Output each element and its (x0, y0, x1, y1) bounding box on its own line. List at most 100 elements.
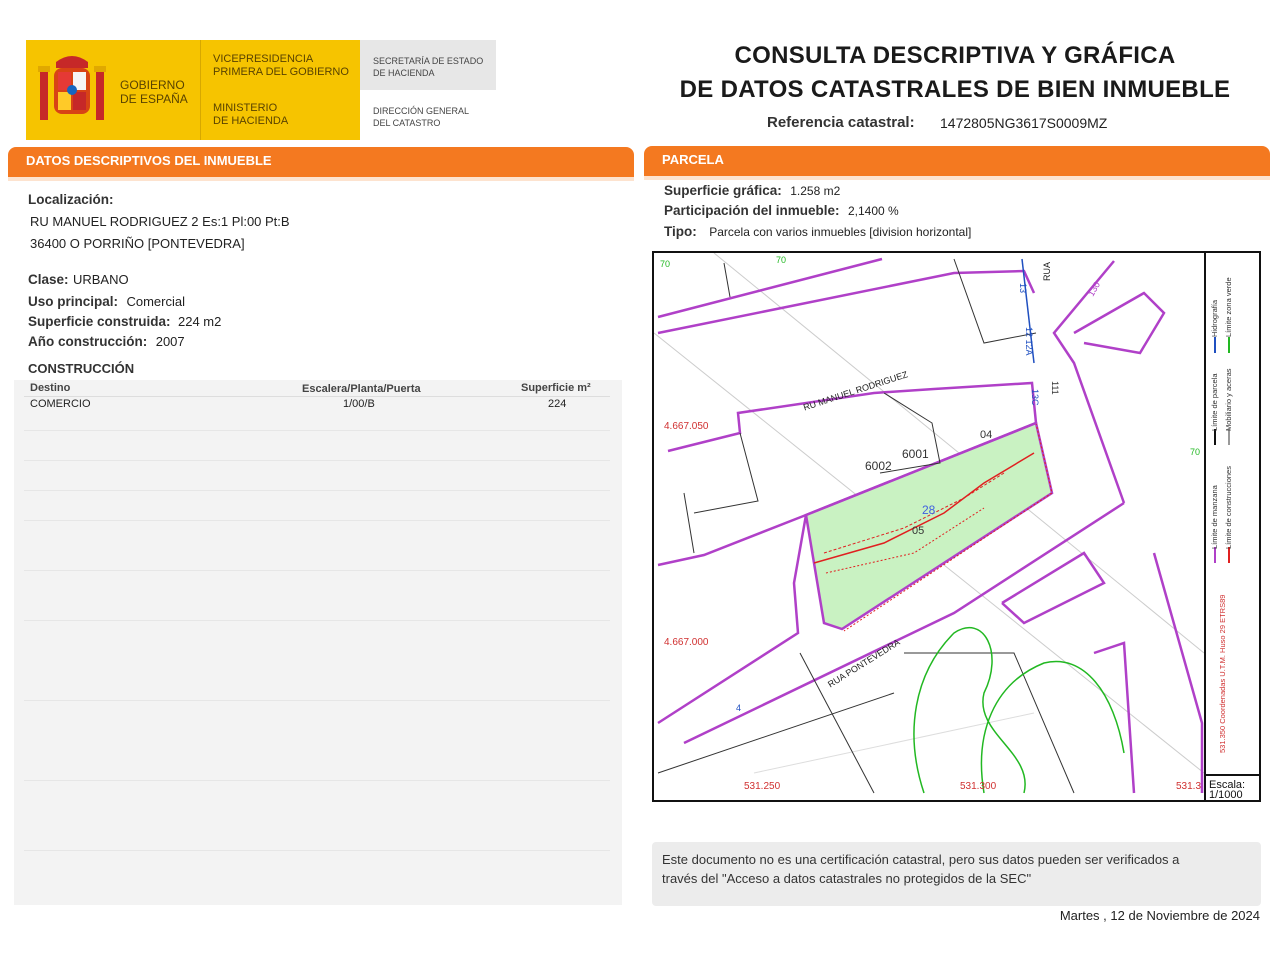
table-header-divider (24, 396, 610, 397)
logo-divider (200, 40, 201, 140)
table-row-line (24, 780, 610, 781)
col-superficie: Superficie m² (521, 382, 591, 394)
parcel-id-04: 04 (980, 429, 993, 441)
escala-value: 1/1000 (1209, 790, 1243, 799)
coord-x2: 531.300 (960, 781, 997, 792)
parcel-id-05: 05 (912, 525, 925, 537)
anio-row: Año construcción: 2007 (28, 333, 185, 351)
street-label-rua: RUA (1042, 261, 1052, 281)
zone-label-70b: 70 (776, 255, 787, 265)
ref-label: Referencia catastral: (767, 114, 915, 131)
superficie-label: Superficie construida: (28, 314, 171, 329)
parcel-line (683, 492, 695, 554)
cadastral-map: 4.667.050 4.667.000 531.250 531.300 531.… (652, 251, 1261, 802)
gobierno-text: GOBIERNO DE ESPAÑA (120, 78, 188, 106)
parcel-id-12: 12 12A (1024, 327, 1034, 356)
legend-limite-parcela: Límite de parcela (1210, 373, 1219, 431)
legend-mobiliario: Mobiliario y aceras (1224, 368, 1233, 431)
clase-label: Clase: (28, 272, 69, 287)
superficie-grafica-label: Superficie gráfica: (664, 183, 782, 198)
road-boundary (1093, 641, 1136, 794)
legend-zona-verde: Límite zona verde (1224, 277, 1233, 337)
ministerio-text: MINISTERIO DE HACIENDA (213, 102, 289, 127)
page-title-line2: DE DATOS CATASTRALES DE BIEN INMUEBLE (679, 76, 1231, 103)
parcel-id-28: 28 (922, 503, 936, 517)
legend-limite-manzana: Límite de manzana (1210, 485, 1219, 549)
participacion-value: 2,1400 % (848, 204, 899, 218)
construccion-table (14, 380, 622, 905)
clase-value: URBANO (72, 272, 129, 287)
map-drawing (654, 253, 1259, 800)
superficie-value: 224 m2 (177, 314, 222, 329)
construccion-heading: CONSTRUCCIÓN (28, 361, 135, 376)
localizacion-label: Localización: (28, 192, 114, 207)
table-row-line (24, 490, 610, 491)
green-zone-boundary (980, 660, 1125, 794)
clase-row: Clase: URBANO (28, 271, 129, 289)
anio-value: 2007 (155, 334, 185, 349)
participacion-row: Participación del inmueble: 2,1400 % (664, 202, 899, 220)
coord-x1: 531.250 (744, 781, 781, 792)
table-cell-planta: 1/00/B (343, 398, 375, 410)
datos-section-header: DATOS DESCRIPTIVOS DEL INMUEBLE (8, 147, 634, 177)
block-boundary (1073, 291, 1166, 355)
parcel-line (723, 262, 731, 298)
vicepresidencia-text: VICEPRESIDENCIA PRIMERA DEL GOBIERNO (213, 53, 349, 78)
disclaimer-text: Este documento no es una certificación c… (662, 852, 1180, 886)
table-row-line (24, 570, 610, 571)
uso-row: Uso principal: Comercial (28, 293, 185, 311)
document-date: Martes , 12 de Noviembre de 2024 (1059, 908, 1260, 923)
coord-y2: 4.667.000 (664, 637, 709, 648)
zone-label-70c: 70 (1190, 447, 1201, 457)
target-parcel (804, 421, 1054, 631)
table-cell-superficie: 224 (548, 398, 567, 410)
parcel-id-13c: 13C (1030, 389, 1040, 406)
tipo-row: Tipo: Parcela con varios inmuebles [divi… (664, 223, 971, 241)
direccion-text: DIRECCIÓN GENERAL DEL CATASTRO (373, 106, 470, 128)
secretaria-text: SECRETARÍA DE ESTADO DE HACIENDA (373, 56, 484, 78)
tipo-label: Tipo: (664, 224, 697, 239)
parcel-line (657, 692, 895, 774)
address-line1: RU MANUEL RODRIGUEZ 2 Es:1 Pl:00 Pt:B (30, 214, 290, 229)
superficie-grafica-row: Superficie gráfica: 1.258 m2 (664, 182, 840, 200)
coordinates-note: 531.350 Coordenadas U.T.M. Huso 29 ETRS8… (1218, 594, 1227, 753)
table-row-line (24, 620, 610, 621)
parcel-line (693, 432, 759, 514)
parcel-id-13: 13 (1018, 283, 1028, 294)
coord-x3: 531.3 (1176, 781, 1202, 792)
superficie-row: Superficie construida: 224 m2 (28, 313, 221, 331)
parcel-id-4: 4 (736, 703, 742, 713)
superficie-grafica-value: 1.258 m2 (790, 184, 841, 198)
table-row-line (24, 850, 610, 851)
col-planta: Escalera/Planta/Puerta (302, 383, 421, 395)
map-guide-line (753, 712, 1035, 774)
coat-of-arms-icon (38, 56, 106, 120)
table-cell-destino: COMERCIO (30, 398, 91, 410)
table-row-line (24, 460, 610, 461)
table-row-line (24, 700, 610, 701)
uso-label: Uso principal: (28, 294, 119, 309)
block-boundary (1001, 551, 1106, 625)
parcel-id-6002: 6002 (865, 459, 892, 473)
anio-label: Año construcción: (28, 334, 148, 349)
parcel-id-6001: 6001 (902, 447, 929, 461)
legend-limite-construcciones: Límite de construcciones (1224, 466, 1233, 549)
participacion-label: Participación del inmueble: (664, 203, 840, 218)
road-boundary (1052, 260, 1126, 504)
green-zone-boundary (913, 626, 1026, 794)
block-boundary (657, 257, 883, 319)
tipo-value: Parcela con varios inmuebles [division h… (709, 225, 972, 239)
uso-value: Comercial (126, 294, 185, 309)
road-boundary (1152, 552, 1204, 793)
page-title-line1: CONSULTA DESCRIPTIVA Y GRÁFICA (734, 42, 1176, 69)
coord-y1: 4.667.050 (664, 421, 709, 432)
legend-hidrografia: Hidrografía (1210, 299, 1219, 337)
address-line2: 36400 O PORRIÑO [PONTEVEDRA] (30, 236, 245, 251)
table-row-line (24, 430, 610, 431)
col-destino: Destino (30, 382, 71, 394)
zone-label-70a: 70 (660, 259, 671, 269)
ref-value: 1472805NG3617S0009MZ (940, 115, 1108, 131)
parcel-id-111: 111 (1050, 381, 1060, 395)
table-row-line (24, 520, 610, 521)
header-underline (644, 176, 1270, 180)
